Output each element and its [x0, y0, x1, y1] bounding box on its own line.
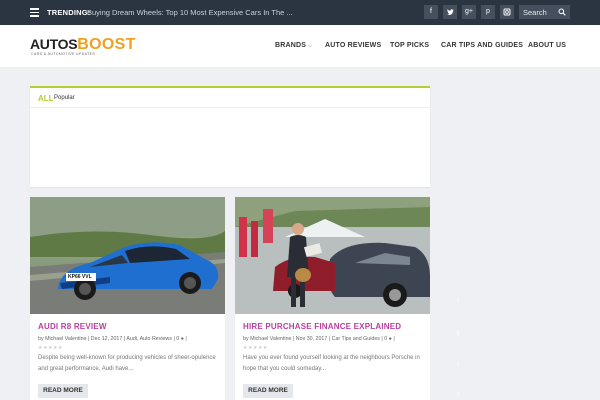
- post-title[interactable]: AUDI R8 REVIEW: [38, 322, 107, 331]
- tab-popular[interactable]: Popular: [54, 95, 75, 101]
- chevron-down-icon: ⌵: [308, 43, 313, 49]
- nav-brands-label: BRANDS: [275, 42, 307, 49]
- trending-headline-link[interactable]: Buying Dream Wheels: Top 10 Most Expensi…: [87, 8, 293, 17]
- post-excerpt: Have you ever found yourself looking at …: [243, 355, 420, 372]
- post-meta: by Michael Valentine | Nov 30, 2017 | Ca…: [243, 336, 395, 342]
- post-title[interactable]: HIRE PURCHASE FINANCE EXPLAINED: [243, 322, 401, 331]
- post-card: HIRE PURCHASE FINANCE EXPLAINED by Micha…: [235, 197, 430, 400]
- google-plus-icon[interactable]: g+: [462, 5, 476, 19]
- tab-all[interactable]: ALL: [38, 94, 54, 103]
- rating-stars: ★★★★★: [243, 345, 268, 351]
- post-meta: by Michael Valentine | Dec 12, 2017 | Au…: [38, 336, 187, 342]
- read-more-button[interactable]: READ MORE: [243, 384, 293, 398]
- top-bar: TRENDING: Buying Dream Wheels: Top 10 Mo…: [0, 0, 600, 25]
- post-card: KP66 VVL AUDI R8 REVIEW by Michael Valen…: [30, 197, 225, 400]
- search-input[interactable]: Search: [519, 5, 570, 19]
- read-more-button[interactable]: READ MORE: [38, 384, 88, 398]
- trending-label: TRENDING:: [47, 8, 91, 17]
- rating-stars: ★★★★★: [38, 345, 63, 351]
- site-header: AUTOSBOOST CARS & AUTOMOTIVE UPDATES BRA…: [0, 25, 600, 67]
- post-excerpt: Despite being well-known for producing v…: [38, 355, 216, 372]
- logo-autos-text: AUTOS: [30, 36, 78, 52]
- post-tabs-widget: ALL Popular: [30, 86, 430, 187]
- facebook-icon[interactable]: f: [424, 5, 438, 19]
- twitter-icon[interactable]: [443, 5, 457, 19]
- pinterest-icon[interactable]: p: [481, 5, 495, 19]
- menu-icon[interactable]: [30, 8, 39, 17]
- tabs-divider: [30, 107, 430, 108]
- post-image-audi[interactable]: KP66 VVL: [30, 197, 225, 314]
- logo-boost-text: BOOST: [77, 36, 136, 53]
- logo-tagline: CARS & AUTOMOTIVE UPDATES: [31, 52, 96, 56]
- share-more-icon[interactable]: +: [454, 392, 462, 400]
- share-twitter-icon[interactable]: t: [454, 362, 462, 370]
- site-logo[interactable]: AUTOSBOOST CARS & AUTOMOTIVE UPDATES: [30, 36, 136, 58]
- license-plate-text: KP66 VVL: [68, 274, 92, 280]
- share-facebook-icon[interactable]: f: [454, 298, 462, 306]
- nav-brands[interactable]: BRANDS ⌵: [275, 42, 312, 49]
- nav-top-picks[interactable]: TOP PICKS: [390, 42, 429, 49]
- nav-car-tips[interactable]: CAR TIPS AND GUIDES: [441, 42, 523, 49]
- search-icon[interactable]: [558, 8, 566, 16]
- search-placeholder: Search: [523, 8, 547, 17]
- share-google-plus-icon[interactable]: g: [454, 330, 462, 338]
- instagram-icon[interactable]: [500, 5, 514, 19]
- nav-about-us[interactable]: ABOUT US: [528, 42, 566, 49]
- post-image-dealership[interactable]: [235, 197, 430, 314]
- nav-auto-reviews[interactable]: AUTO REVIEWS: [325, 42, 381, 49]
